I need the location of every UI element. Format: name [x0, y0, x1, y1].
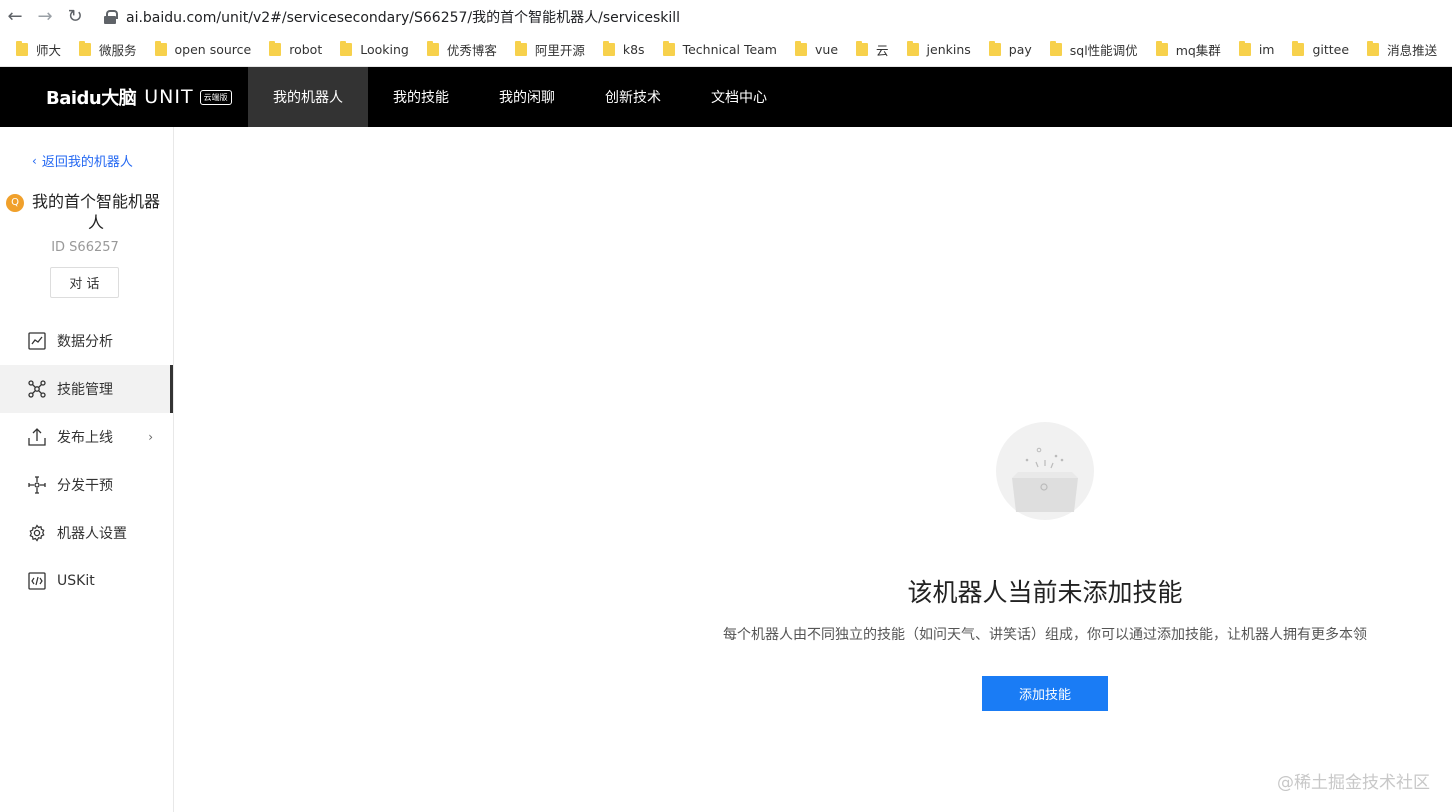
bookmarks-bar: 师大 微服务 open source robot Looking 优秀博客 阿里… [0, 33, 1452, 67]
sidebar-item-uskit[interactable]: USKit [0, 557, 173, 605]
bookmark-item[interactable]: Looking [334, 38, 415, 62]
robot-name: 我的首个智能机器人 [31, 192, 160, 232]
sidebar-item-publish[interactable]: 发布上线 › [0, 413, 173, 461]
folder-icon [16, 41, 28, 56]
folder-icon [79, 41, 92, 56]
sidebar-item-label: 机器人设置 [57, 526, 127, 542]
bookmark-item[interactable]: jenkins [901, 38, 977, 62]
sidebar-item-distribute[interactable]: 分发干预 [0, 461, 173, 509]
bookmark-item[interactable]: 阿里开源 [509, 38, 591, 62]
address-bar[interactable]: ai.baidu.com/unit/v2#/servicesecondary/S… [98, 3, 1452, 31]
skill-network-icon [27, 379, 47, 399]
baidu-unit-logo[interactable]: Baidu大脑 UNIT 云端版 [0, 67, 248, 127]
back-label: 返回我的机器人 [41, 155, 133, 170]
folder-icon [662, 41, 675, 56]
gear-icon [27, 523, 47, 543]
bookmark-item[interactable]: open source [149, 38, 258, 62]
bookmark-item[interactable]: 云 [850, 38, 895, 62]
sidebar-item-label: 技能管理 [57, 382, 113, 398]
bookmark-item[interactable]: im [1233, 38, 1281, 62]
bookmark-item[interactable]: pay [983, 38, 1038, 62]
chat-button[interactable]: 对 话 [50, 267, 119, 298]
tab-my-skills[interactable]: 我的技能 [368, 67, 474, 127]
code-icon [27, 571, 47, 591]
empty-state-title: 该机器人当前未添加技能 [907, 578, 1183, 607]
tab-docs[interactable]: 文档中心 [686, 67, 792, 127]
back-to-robots-link[interactable]: ‹ 返回我的机器人 [32, 151, 133, 171]
bookmark-item[interactable]: mq集群 [1150, 38, 1227, 62]
back-arrow-icon[interactable]: ← [0, 2, 30, 32]
bookmark-item[interactable]: 微服务 [73, 38, 143, 62]
bookmark-item[interactable]: Technical Team [657, 38, 783, 62]
sidebar-item-skill-management[interactable]: 技能管理 [0, 365, 173, 413]
url-text[interactable]: ai.baidu.com/unit/v2#/servicesecondary/S… [126, 7, 680, 27]
folder-icon [1367, 41, 1380, 56]
sidebar-item-label: USKit [57, 573, 95, 589]
bookmark-item[interactable]: 优秀博客 [421, 38, 503, 62]
sidebar-item-label: 分发干预 [57, 478, 113, 494]
bookmark-item[interactable]: k8s [597, 38, 651, 62]
top-nav: Baidu大脑 UNIT 云端版 我的机器人 我的技能 我的闲聊 创新技术 文档… [0, 67, 1452, 127]
sidebar-item-label: 发布上线 [57, 430, 113, 446]
bookmark-item[interactable]: robot [263, 38, 328, 62]
sidebar-item-data-analysis[interactable]: 数据分析 [0, 317, 173, 365]
tab-my-chitchat[interactable]: 我的闲聊 [474, 67, 580, 127]
folder-icon [426, 41, 439, 56]
bookmark-item[interactable]: 师大 [10, 38, 67, 62]
upload-icon [27, 427, 47, 447]
folder-icon [1049, 41, 1062, 56]
folder-icon [269, 41, 282, 56]
folder-icon [856, 41, 869, 56]
sidebar-item-label: 数据分析 [57, 334, 113, 350]
chevron-left-icon: ‹ [32, 153, 37, 168]
folder-icon [340, 41, 353, 56]
watermark: @稀土掘金技术社区 [1277, 773, 1430, 793]
reload-icon[interactable]: ↻ [60, 2, 90, 32]
lock-icon [104, 9, 118, 24]
folder-icon [602, 41, 615, 56]
browser-toolbar: ← → ↻ ai.baidu.com/unit/v2#/servicesecon… [0, 0, 1452, 33]
chevron-right-icon: › [148, 430, 153, 444]
logo-badge: 云端版 [199, 89, 232, 105]
logo-text: Baidu大脑 [46, 88, 137, 109]
empty-box-illustration [996, 422, 1094, 520]
bookmark-item[interactable]: gittee [1286, 38, 1355, 62]
folder-icon [988, 41, 1001, 56]
robot-id: ID S66257 [51, 240, 119, 255]
sidebar-menu: 数据分析 技能管理 发布上线 › 分发干预 机器人设置 USKit [0, 317, 173, 605]
robot-badge-icon: Q [6, 194, 24, 212]
bookmark-item[interactable]: sql性能调优 [1044, 38, 1144, 62]
folder-icon [154, 41, 167, 56]
folder-icon [1155, 41, 1168, 56]
empty-state-description: 每个机器人由不同独立的技能（如问天气、讲笑话）组成，你可以通过添加技能，让机器人… [723, 627, 1367, 643]
distribute-icon [27, 475, 47, 495]
folder-icon [1238, 41, 1251, 56]
folder-icon [514, 41, 527, 56]
sidebar: ‹ 返回我的机器人 Q 我的首个智能机器人 ID S66257 对 话 数据分析… [0, 127, 174, 812]
tab-innovation[interactable]: 创新技术 [580, 67, 686, 127]
sidebar-item-robot-settings[interactable]: 机器人设置 [0, 509, 173, 557]
folder-icon [795, 41, 807, 56]
tab-my-robots[interactable]: 我的机器人 [248, 67, 368, 127]
chart-icon [27, 331, 47, 351]
logo-unit: UNIT [144, 86, 194, 108]
forward-arrow-icon[interactable]: → [30, 2, 60, 32]
bookmark-item[interactable]: 消息推送 [1361, 38, 1443, 62]
folder-icon [906, 41, 919, 56]
add-skill-button[interactable]: 添加技能 [982, 676, 1108, 711]
folder-icon [1292, 41, 1305, 56]
bookmark-item[interactable]: vue [789, 38, 844, 62]
